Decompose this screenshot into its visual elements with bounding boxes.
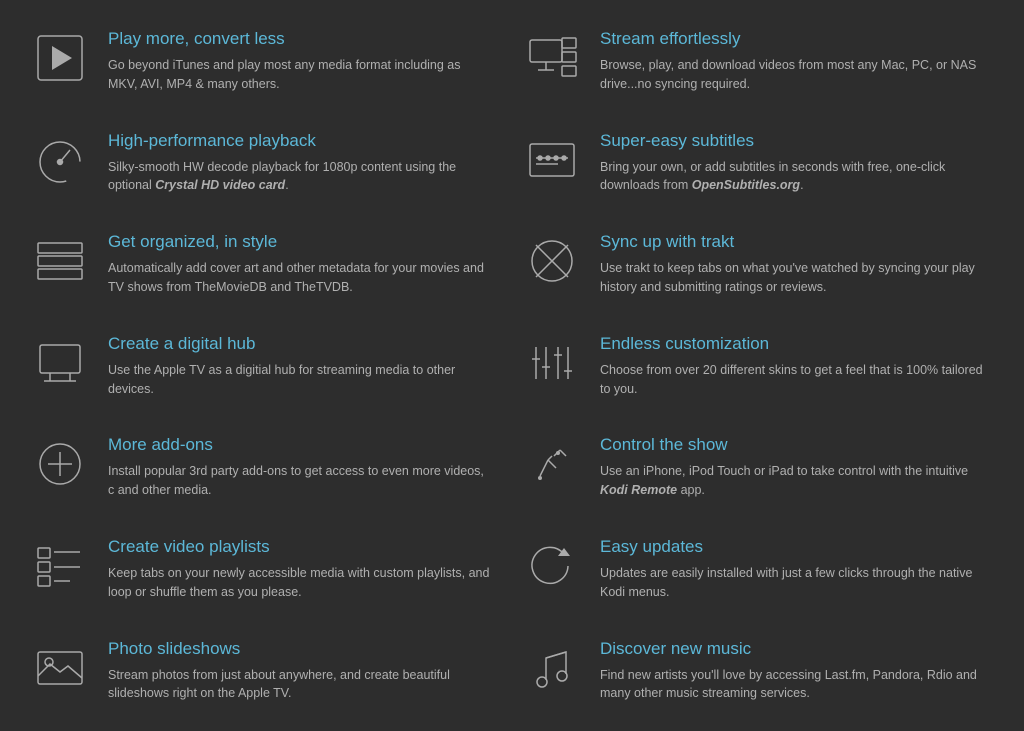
feature-text-stream-effortlessly: Stream effortlessly Browse, play, and dow… (600, 28, 984, 94)
subtitles-icon (522, 130, 582, 190)
feature-desc-music: Find new artists you'll love by accessin… (600, 666, 984, 704)
digital-hub-icon (30, 333, 90, 393)
feature-desc-slideshows: Stream photos from just about anywhere, … (108, 666, 492, 704)
feature-desc-digital-hub: Use the Apple TV as a digitial hub for s… (108, 361, 492, 399)
features-grid: Play more, convert less Go beyond iTunes … (0, 0, 1024, 731)
feature-text-trakt: Sync up with trakt Use trakt to keep tabs… (600, 231, 984, 297)
feature-text-updates: Easy updates Updates are easily installed… (600, 536, 984, 602)
trakt-icon (522, 231, 582, 291)
feature-item-playlists: Create video playlists Keep tabs on your … (20, 518, 512, 620)
feature-text-control: Control the show Use an iPhone, iPod Touc… (600, 434, 984, 500)
feature-desc-trakt: Use trakt to keep tabs on what you've wa… (600, 259, 984, 297)
feature-text-music: Discover new music Find new artists you'l… (600, 638, 984, 704)
slideshows-icon (30, 638, 90, 698)
feature-title-digital-hub: Create a digital hub (108, 333, 492, 355)
feature-item-play-convert: Play more, convert less Go beyond iTunes … (20, 10, 512, 112)
feature-text-subtitles: Super-easy subtitles Bring your own, or a… (600, 130, 984, 196)
feature-item-stream-effortlessly: Stream effortlessly Browse, play, and dow… (512, 10, 1004, 112)
feature-desc-organized: Automatically add cover art and other me… (108, 259, 492, 297)
feature-item-organized: Get organized, in style Automatically add… (20, 213, 512, 315)
feature-item-slideshows: Photo slideshows Stream photos from just … (20, 620, 512, 722)
feature-desc-updates: Updates are easily installed with just a… (600, 564, 984, 602)
feature-title-high-performance: High-performance playback (108, 130, 492, 152)
feature-title-play-convert: Play more, convert less (108, 28, 492, 50)
feature-item-customization: Endless customization Choose from over 20… (512, 315, 1004, 417)
feature-item-subtitles: Super-easy subtitles Bring your own, or a… (512, 112, 1004, 214)
addons-icon (30, 434, 90, 494)
feature-item-high-performance: High-performance playback Silky-smooth HW… (20, 112, 512, 214)
feature-title-stream-effortlessly: Stream effortlessly (600, 28, 984, 50)
feature-desc-addons: Install popular 3rd party add-ons to get… (108, 462, 492, 500)
feature-title-organized: Get organized, in style (108, 231, 492, 253)
feature-title-customization: Endless customization (600, 333, 984, 355)
music-icon (522, 638, 582, 698)
feature-text-addons: More add-ons Install popular 3rd party ad… (108, 434, 492, 500)
updates-icon (522, 536, 582, 596)
feature-title-music: Discover new music (600, 638, 984, 660)
feature-item-digital-hub: Create a digital hub Use the Apple TV as … (20, 315, 512, 417)
high-performance-icon (30, 130, 90, 190)
feature-item-addons: More add-ons Install popular 3rd party ad… (20, 416, 512, 518)
customization-icon (522, 333, 582, 393)
feature-desc-stream-effortlessly: Browse, play, and download videos from m… (600, 56, 984, 94)
feature-text-customization: Endless customization Choose from over 20… (600, 333, 984, 399)
feature-desc-playlists: Keep tabs on your newly accessible media… (108, 564, 492, 602)
organized-icon (30, 231, 90, 291)
feature-text-playlists: Create video playlists Keep tabs on your … (108, 536, 492, 602)
feature-title-updates: Easy updates (600, 536, 984, 558)
feature-title-subtitles: Super-easy subtitles (600, 130, 984, 152)
feature-text-digital-hub: Create a digital hub Use the Apple TV as … (108, 333, 492, 399)
feature-desc-control: Use an iPhone, iPod Touch or iPad to tak… (600, 462, 984, 500)
stream-effortlessly-icon (522, 28, 582, 88)
play-convert-icon (30, 28, 90, 88)
feature-item-control: Control the show Use an iPhone, iPod Touc… (512, 416, 1004, 518)
feature-title-playlists: Create video playlists (108, 536, 492, 558)
feature-text-high-performance: High-performance playback Silky-smooth HW… (108, 130, 492, 196)
feature-desc-play-convert: Go beyond iTunes and play most any media… (108, 56, 492, 94)
feature-item-updates: Easy updates Updates are easily installed… (512, 518, 1004, 620)
feature-text-organized: Get organized, in style Automatically add… (108, 231, 492, 297)
feature-title-addons: More add-ons (108, 434, 492, 456)
playlists-icon (30, 536, 90, 596)
feature-desc-high-performance: Silky-smooth HW decode playback for 1080… (108, 158, 492, 196)
feature-title-control: Control the show (600, 434, 984, 456)
feature-desc-subtitles: Bring your own, or add subtitles in seco… (600, 158, 984, 196)
feature-text-slideshows: Photo slideshows Stream photos from just … (108, 638, 492, 704)
feature-text-play-convert: Play more, convert less Go beyond iTunes … (108, 28, 492, 94)
feature-title-trakt: Sync up with trakt (600, 231, 984, 253)
control-icon (522, 434, 582, 494)
feature-item-music: Discover new music Find new artists you'l… (512, 620, 1004, 722)
feature-title-slideshows: Photo slideshows (108, 638, 492, 660)
feature-desc-customization: Choose from over 20 different skins to g… (600, 361, 984, 399)
feature-item-trakt: Sync up with trakt Use trakt to keep tabs… (512, 213, 1004, 315)
